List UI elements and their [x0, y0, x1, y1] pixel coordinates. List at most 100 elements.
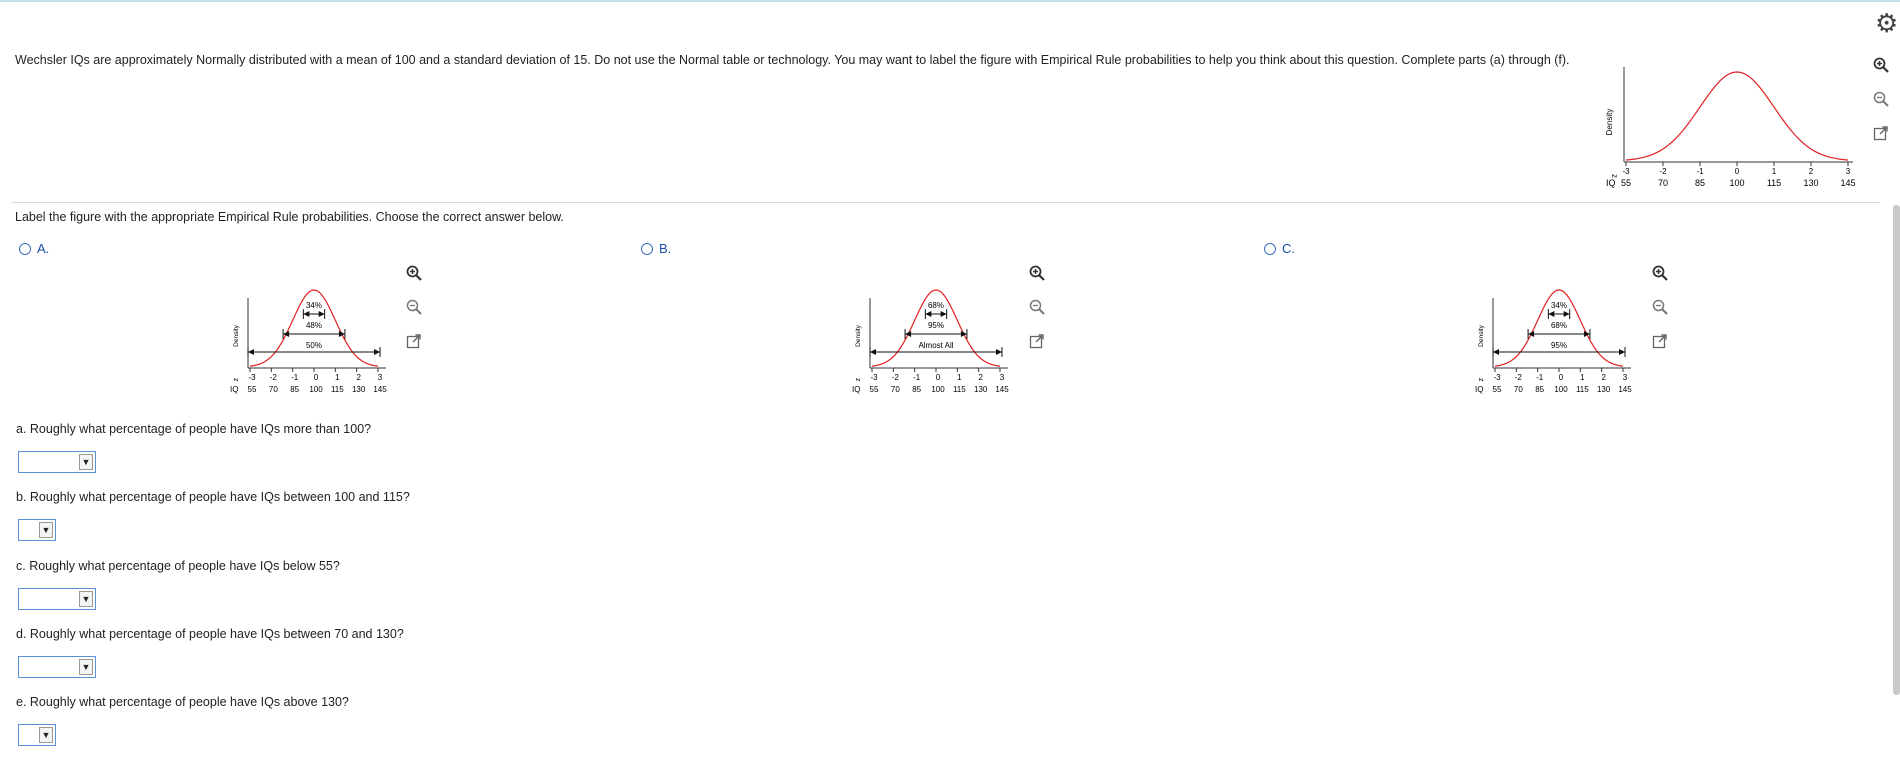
- option-b-figure: Density 68% 95% Almost All -3 55 -2 70 -1 85 0 100 1…: [852, 289, 1009, 394]
- arrowhead: [338, 331, 345, 337]
- main-z-tick-label: -3: [1622, 167, 1630, 176]
- part-e-text: e. Roughly what percentage of people hav…: [16, 695, 349, 709]
- z-label: z: [854, 378, 861, 382]
- option-a-radio[interactable]: [19, 242, 31, 255]
- option-b[interactable]: B.: [641, 241, 671, 256]
- part-e-dropdown[interactable]: ▼: [18, 724, 56, 746]
- figure-ylabel: Density: [855, 324, 862, 346]
- gear-icon[interactable]: ⚙: [1875, 8, 1898, 39]
- z-tick-label: -3: [248, 373, 256, 382]
- option-b-letter: B.: [659, 241, 672, 256]
- option-a[interactable]: A.: [19, 241, 49, 256]
- popout-icon[interactable]: [1026, 330, 1048, 352]
- iq-tick-label: 55: [870, 385, 879, 394]
- z-tick-label: 2: [978, 373, 983, 382]
- arrowhead: [1548, 311, 1555, 317]
- z-tick-label: 2: [1601, 373, 1606, 382]
- option-b-tools: [1026, 262, 1048, 352]
- iq-label: IQ: [1475, 385, 1483, 394]
- probability-label: 95%: [1551, 341, 1567, 350]
- option-c-radio[interactable]: [1264, 242, 1276, 255]
- z-tick-label: 3: [1623, 373, 1628, 382]
- top-border: [0, 0, 1900, 2]
- zoom-in-icon[interactable]: [1026, 262, 1048, 284]
- arrowhead: [283, 331, 290, 337]
- main-ylabel: Density: [1605, 109, 1614, 136]
- z-tick-label: -2: [1515, 373, 1523, 382]
- iq-tick-label: 115: [953, 385, 966, 394]
- main-iq-label: IQ: [1606, 178, 1616, 188]
- part-c-dropdown[interactable]: ▼: [18, 588, 96, 610]
- main-z-tick-label: 3: [1846, 167, 1851, 176]
- zoom-in-icon[interactable]: [1649, 262, 1671, 284]
- probability-label: 34%: [1551, 301, 1567, 310]
- arrowhead: [318, 311, 325, 317]
- part-d-dropdown[interactable]: ▼: [18, 656, 96, 678]
- main-iq-tick-label: 145: [1840, 178, 1855, 188]
- option-c[interactable]: C.: [1264, 241, 1295, 256]
- z-tick-label: -1: [1536, 373, 1544, 382]
- arrowhead: [996, 349, 1002, 355]
- section-divider: [12, 202, 1880, 203]
- probability-label: 50%: [306, 341, 322, 350]
- option-c-figure: Density 34% 68% 95% -3 55 -2 70 -1 85 0 100 1 115 2 130…: [1475, 289, 1632, 394]
- iq-tick-label: 100: [931, 385, 945, 394]
- z-label: z: [232, 378, 239, 382]
- iq-tick-label: 115: [331, 385, 344, 394]
- main-z-tick-label: 2: [1809, 167, 1814, 176]
- zoom-in-icon[interactable]: [403, 262, 425, 284]
- z-tick-label: 1: [1580, 373, 1585, 382]
- iq-tick-label: 70: [891, 385, 900, 394]
- iq-tick-label: 55: [1493, 385, 1502, 394]
- arrowhead: [1583, 331, 1590, 337]
- popout-icon[interactable]: [403, 330, 425, 352]
- zoom-out-icon[interactable]: [1870, 88, 1892, 110]
- popout-icon[interactable]: [1870, 122, 1892, 144]
- main-z-tick-label: -1: [1696, 167, 1704, 176]
- option-b-radio[interactable]: [641, 242, 653, 255]
- arrowhead: [303, 311, 310, 317]
- question-text: Wechsler IQs are approximately Normally …: [15, 53, 1570, 67]
- zoom-in-icon[interactable]: [1870, 54, 1892, 76]
- iq-tick-label: 130: [974, 385, 988, 394]
- popout-icon[interactable]: [1649, 330, 1671, 352]
- chevron-down-icon: ▼: [39, 522, 53, 538]
- zoom-out-icon[interactable]: [1649, 296, 1671, 318]
- arrowhead: [940, 311, 947, 317]
- iq-tick-label: 130: [352, 385, 366, 394]
- z-tick-label: 2: [356, 373, 361, 382]
- probability-label: 68%: [1551, 321, 1567, 330]
- z-tick-label: -2: [892, 373, 900, 382]
- chevron-down-icon: ▼: [79, 591, 93, 607]
- iq-tick-label: 100: [309, 385, 323, 394]
- chevron-down-icon: ▼: [79, 454, 93, 470]
- probability-label: Almost All: [918, 341, 953, 350]
- main-iq-tick-label: 85: [1695, 178, 1705, 188]
- part-a-dropdown[interactable]: ▼: [18, 451, 96, 473]
- arrowhead: [1619, 349, 1625, 355]
- probability-label: 34%: [306, 301, 322, 310]
- arrowhead: [870, 349, 876, 355]
- part-a-text: a. Roughly what percentage of people hav…: [16, 422, 372, 436]
- iq-tick-label: 145: [373, 385, 387, 394]
- arrowhead: [905, 331, 912, 337]
- iq-tick-label: 130: [1597, 385, 1611, 394]
- option-c-tools: [1649, 262, 1671, 352]
- zoom-out-icon[interactable]: [1026, 296, 1048, 318]
- zoom-out-icon[interactable]: [403, 296, 425, 318]
- z-tick-label: 0: [314, 373, 319, 382]
- iq-tick-label: 55: [248, 385, 257, 394]
- part-b-dropdown[interactable]: ▼: [18, 519, 56, 541]
- z-tick-label: -3: [1493, 373, 1501, 382]
- iq-tick-label: 100: [1554, 385, 1568, 394]
- iq-label: IQ: [230, 385, 238, 394]
- figure-ylabel: Density: [1478, 324, 1485, 346]
- iq-tick-label: 85: [1535, 385, 1544, 394]
- vertical-scrollbar[interactable]: [1893, 205, 1900, 695]
- iq-tick-label: 85: [912, 385, 921, 394]
- part-b-text: b. Roughly what percentage of people hav…: [16, 490, 410, 504]
- option-a-figure: Density 34% 48% 50% -3 55 -2 70 -1 85 0 100 1 115 2 130…: [230, 289, 387, 394]
- arrowhead: [1528, 331, 1535, 337]
- option-a-tools: [403, 262, 425, 352]
- figure-ylabel: Density: [233, 324, 240, 346]
